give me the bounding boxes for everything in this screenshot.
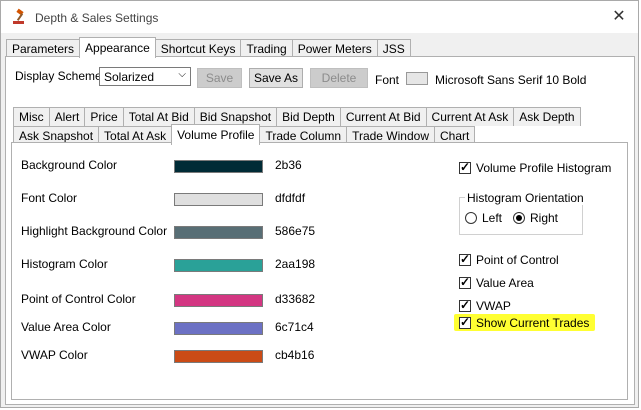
save-button[interactable]: Save (197, 68, 242, 88)
color-hex-highlight-background-color: 586e75 (275, 224, 316, 238)
color-swatch-vwap-color[interactable] (174, 350, 263, 363)
color-swatch-font-color[interactable] (174, 193, 263, 206)
vwap-checkbox[interactable]: ✓ VWAP (459, 298, 511, 313)
show-current-trades-checkbox[interactable]: ✓ Show Current Trades (459, 315, 590, 330)
check-icon: ✓ (460, 298, 471, 312)
color-hex-point-of-control-color: d33682 (275, 292, 316, 306)
color-label-highlight-background-color: Highlight Background Color (21, 224, 168, 238)
subtab-ask-depth[interactable]: Ask Depth (513, 107, 581, 126)
tab-appearance[interactable]: Appearance (79, 37, 156, 58)
delete-button[interactable]: Delete (310, 68, 368, 88)
color-hex-background-color: 2b36 (275, 158, 302, 172)
color-label-value-area-color: Value Area Color (21, 320, 111, 334)
color-hex-font-color: dfdfdf (275, 191, 306, 205)
check-icon: ✓ (460, 160, 471, 174)
font-value: Microsoft Sans Serif 10 Bold (435, 73, 587, 87)
color-label-vwap-color: VWAP Color (21, 348, 88, 362)
check-icon: ✓ (460, 275, 471, 289)
show-current-trades-label: Show Current Trades (476, 316, 590, 330)
display-scheme-value: Solarized (104, 70, 155, 84)
color-swatch-background-color[interactable] (174, 160, 263, 173)
close-icon[interactable]: ✕ (608, 7, 630, 27)
volume-profile-histogram-label: Volume Profile Histogram (476, 161, 612, 175)
volume-profile-histogram-checkbox[interactable]: ✓ Volume Profile Histogram (459, 160, 612, 175)
value-area-checkbox[interactable]: ✓ Value Area (459, 275, 534, 290)
gavel-app-icon (13, 8, 24, 24)
point-of-control-label: Point of Control (476, 253, 559, 267)
radio-selected-icon (516, 215, 522, 221)
display-scheme-label: Display Scheme (15, 69, 102, 83)
subtab-volume-profile[interactable]: Volume Profile (171, 124, 261, 145)
color-swatch-histogram-color[interactable] (174, 259, 263, 272)
volume-profile-panel (11, 142, 628, 400)
check-icon: ✓ (460, 315, 471, 329)
window-title: Depth & Sales Settings (35, 11, 159, 25)
histogram-orientation-label: Histogram Orientation (465, 191, 586, 205)
color-label-background-color: Background Color (21, 158, 118, 172)
point-of-control-checkbox[interactable]: ✓ Point of Control (459, 252, 559, 267)
color-swatch-point-of-control-color[interactable] (174, 294, 263, 307)
display-scheme-select[interactable]: Solarized ⌵ (99, 67, 191, 86)
color-hex-value-area-color: 6c71c4 (275, 320, 314, 334)
color-hex-vwap-color: cb4b16 (275, 348, 315, 362)
color-label-font-color: Font Color (21, 191, 78, 205)
settings-window: Depth & Sales Settings ✕ Parameters Appea… (0, 0, 639, 408)
color-label-histogram-color: Histogram Color (21, 257, 108, 271)
color-label-point-of-control-color: Point of Control Color (21, 292, 136, 306)
title-bar: Depth & Sales Settings ✕ (1, 1, 638, 33)
save-as-button[interactable]: Save As (249, 68, 303, 88)
orientation-right-label: Right (530, 211, 559, 225)
orientation-left-radio[interactable]: Left (465, 211, 502, 225)
font-label: Font (375, 73, 400, 87)
value-area-label: Value Area (476, 276, 534, 290)
check-icon: ✓ (460, 252, 471, 266)
font-picker-button[interactable] (406, 72, 428, 85)
color-swatch-value-area-color[interactable] (174, 322, 263, 335)
orientation-left-label: Left (482, 211, 503, 225)
orientation-right-radio[interactable]: Right (513, 211, 558, 225)
color-swatch-highlight-background-color[interactable] (174, 226, 263, 239)
color-hex-histogram-color: 2aa198 (275, 257, 316, 271)
vwap-label: VWAP (476, 299, 511, 313)
chevron-down-icon: ⌵ (178, 69, 186, 80)
main-tab-strip: Parameters Appearance Shortcut Keys Trading… (6, 37, 411, 58)
